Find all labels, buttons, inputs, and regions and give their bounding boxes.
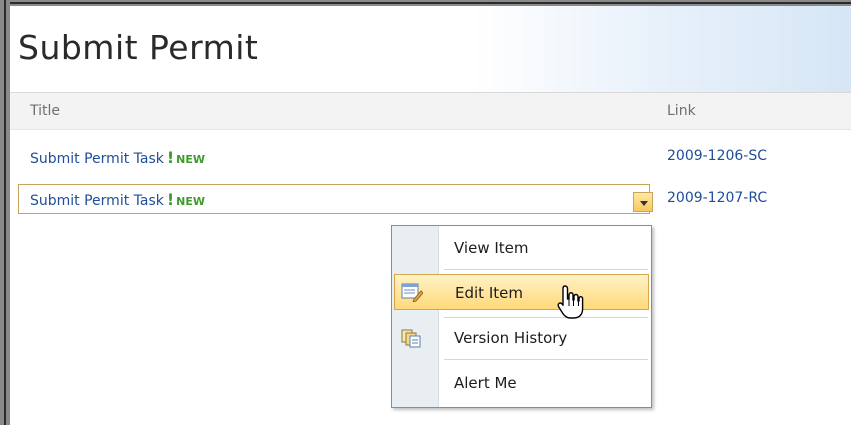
item-title-link[interactable]: Submit Permit Task! NEW bbox=[30, 148, 205, 167]
menu-item-alert-me[interactable]: Alert Me bbox=[392, 365, 651, 401]
edit-item-icon bbox=[401, 283, 423, 302]
menu-item-label: Version History bbox=[454, 329, 568, 347]
item-context-menu: View Item Edit Item Version History Aler… bbox=[391, 225, 652, 408]
version-history-icon bbox=[401, 329, 421, 348]
window-left-border bbox=[0, 0, 10, 425]
sharepoint-list-view: Submit Permit Title Link Submit Permit T… bbox=[0, 0, 851, 425]
item-menu-dropdown-button[interactable] bbox=[633, 192, 653, 212]
new-badge: NEW bbox=[176, 153, 206, 166]
menu-separator bbox=[444, 269, 648, 270]
menu-item-view-item[interactable]: View Item bbox=[392, 230, 651, 266]
menu-item-version-history[interactable]: Version History bbox=[392, 320, 651, 356]
page-title: Submit Permit bbox=[18, 28, 259, 67]
new-badge: NEW bbox=[176, 195, 206, 208]
menu-separator bbox=[444, 317, 648, 318]
item-link-value[interactable]: 2009-1207-RC bbox=[667, 190, 767, 206]
menu-item-label: Alert Me bbox=[454, 374, 517, 392]
chevron-down-icon bbox=[640, 201, 648, 206]
menu-item-edit-item[interactable]: Edit Item bbox=[394, 274, 649, 310]
alert-exclamation-icon: ! bbox=[166, 148, 175, 167]
table-row-selected: Submit Permit Task! NEW 2009-1207-RC bbox=[10, 184, 851, 216]
item-title-text[interactable]: Submit Permit Task bbox=[30, 193, 164, 209]
item-link-value[interactable]: 2009-1206-SC bbox=[667, 148, 767, 164]
menu-separator bbox=[444, 359, 648, 360]
page-header: Submit Permit bbox=[10, 6, 851, 92]
item-title-link[interactable]: Submit Permit Task! NEW bbox=[30, 190, 205, 209]
column-header-row: Title Link bbox=[10, 92, 851, 130]
menu-item-label: View Item bbox=[454, 239, 529, 257]
table-row: Submit Permit Task! NEW 2009-1206-SC bbox=[10, 142, 851, 172]
column-header-link[interactable]: Link bbox=[667, 103, 696, 119]
column-header-title[interactable]: Title bbox=[30, 103, 60, 119]
alert-exclamation-icon: ! bbox=[166, 190, 175, 209]
item-title-text[interactable]: Submit Permit Task bbox=[30, 151, 164, 167]
hand-pointer-cursor-icon bbox=[557, 285, 584, 319]
menu-item-label: Edit Item bbox=[455, 284, 523, 302]
